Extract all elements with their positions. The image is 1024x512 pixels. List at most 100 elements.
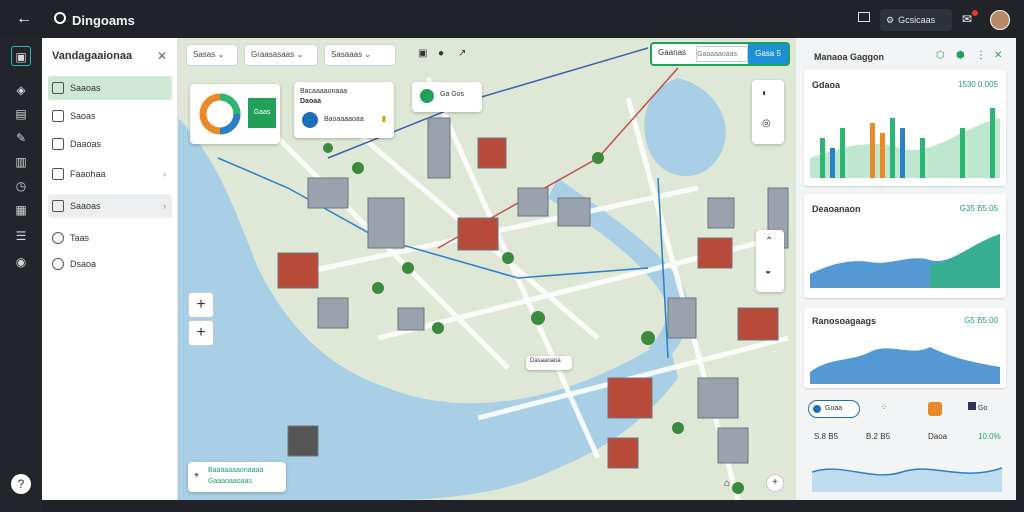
- sidebar-item-2[interactable]: Daaoas: [48, 132, 172, 156]
- avatar[interactable]: [990, 10, 1010, 30]
- chevron-down-icon: ⌄: [217, 50, 225, 59]
- item-icon: [52, 258, 64, 270]
- metric-label-3: Ranosoagaags: [812, 316, 877, 326]
- layers-icon[interactable]: ▤: [11, 104, 31, 124]
- clock-icon[interactable]: ◷: [11, 176, 31, 196]
- close-icon[interactable]: ✕: [157, 49, 167, 63]
- stats-row: S.8 B5 B.2 B5 Daoa 10.0%: [814, 432, 1004, 446]
- metric-card-1[interactable]: Gdaoa 1530 0.005: [804, 70, 1006, 186]
- filter-dropdown-2[interactable]: Graasasaas ⌄: [244, 44, 318, 66]
- dot-icon: [813, 405, 821, 413]
- rotate-icon[interactable]: ◒: [765, 266, 771, 277]
- list-icon[interactable]: ☰: [11, 226, 31, 246]
- bookmark-icon[interactable]: ▣: [418, 48, 427, 59]
- map-controls-bottom: ⌃ ◒: [756, 230, 784, 292]
- chip-1[interactable]: Goaa: [808, 400, 860, 418]
- more-icon[interactable]: ⋮: [976, 50, 986, 61]
- metric-card-2[interactable]: Deaoanaon G35 B5.05: [804, 194, 1006, 298]
- chevron-right-icon: ›: [163, 169, 166, 179]
- square-icon: [968, 402, 976, 410]
- sidebar-item-3[interactable]: Faaohaa ›: [48, 162, 172, 186]
- search-group: Gaanas Gasa 5: [650, 42, 790, 66]
- map-controls-top: ◐ ◎: [752, 80, 784, 144]
- metric-card-3[interactable]: Ranosoagaags G5 B5.00: [804, 308, 1006, 388]
- navigate-icon[interactable]: ⌃: [765, 236, 773, 247]
- chip-2-icon[interactable]: ⁘: [880, 402, 888, 413]
- sidebar-item-1[interactable]: Saoas: [48, 104, 172, 128]
- metric-value-3: G5 B5.00: [964, 316, 998, 325]
- zoom-out-button[interactable]: +: [188, 320, 214, 346]
- sidebar-item-0[interactable]: Saaoas: [48, 76, 172, 100]
- info-subtitle: Daoaa: [300, 98, 322, 105]
- share-icon[interactable]: ↗: [458, 48, 466, 59]
- sidebar-item-5[interactable]: Taas: [48, 226, 172, 250]
- map-canvas[interactable]: Sasas ⌄ Graasasaas ⌄ Sasaaas ⌄ ▣ ● ↗ Gaa…: [178, 38, 796, 500]
- stat-3: Daoa: [928, 432, 948, 441]
- metric-label-2: Deaoanaon: [812, 204, 861, 214]
- document-icon[interactable]: ▥: [11, 152, 31, 172]
- summary-value: Gaas: [248, 98, 276, 128]
- footer-text-2: Gaaaoaaoaas: [208, 478, 252, 485]
- compass-icon[interactable]: ◎: [762, 118, 771, 129]
- add-circle-icon[interactable]: +: [766, 474, 784, 492]
- metric-label-1: Gdaoa: [812, 80, 841, 90]
- panel-title: Vandagaaionaa: [52, 50, 133, 62]
- footer-text-1: Baaaaaaaonaaaa: [208, 467, 264, 474]
- search-label: Gaanas: [658, 48, 687, 57]
- filter-dropdown-1[interactable]: Sasas ⌄: [186, 44, 238, 66]
- home-icon[interactable]: ▣: [11, 46, 31, 66]
- info-popup-card[interactable]: Bacaaaaonaaa Daoaa Baoaaaaoaa ▮: [294, 82, 394, 138]
- sparkline: [812, 467, 1002, 492]
- pin-icon[interactable]: ●: [438, 48, 444, 59]
- header-action-button[interactable]: ⚙ Gcsicaas: [880, 9, 952, 31]
- chevron-down-icon: ⌄: [296, 50, 304, 59]
- map-icon[interactable]: ◈: [11, 80, 31, 100]
- donut-chart: [199, 93, 241, 135]
- filter-icon[interactable]: ▦: [11, 200, 31, 220]
- item-icon: [52, 82, 64, 94]
- pointer-icon: ⌖: [194, 470, 200, 480]
- chip-row: Goaa ⁘ Go: [806, 400, 1006, 420]
- stat-4: 10.0%: [978, 432, 1001, 441]
- monitor-icon[interactable]: [858, 12, 870, 22]
- user-icon: [302, 112, 318, 128]
- chevron-down-icon: ⌄: [364, 50, 372, 59]
- stat-1: S.8 B5: [814, 432, 839, 441]
- metric-value-1: 1530 0.005: [957, 80, 998, 89]
- item-icon: [52, 200, 64, 212]
- close-icon[interactable]: ✕: [994, 50, 1002, 61]
- locate-icon[interactable]: ◐: [762, 88, 768, 99]
- sidebar-item-4[interactable]: Saaoas ›: [48, 194, 172, 218]
- logo-icon: [54, 12, 66, 24]
- item-icon: [52, 232, 64, 244]
- bar-chart-1: [810, 108, 1000, 178]
- summary-chart-card[interactable]: Gaas: [190, 84, 280, 144]
- refresh-icon[interactable]: ⬡: [936, 50, 945, 61]
- lock-icon: ▮: [381, 114, 386, 123]
- chip-4[interactable]: Go: [968, 402, 998, 416]
- back-arrow-icon[interactable]: ←: [16, 10, 32, 28]
- info-detail: Baoaaaaoaa: [324, 116, 364, 123]
- globe-icon[interactable]: ◉: [11, 252, 31, 272]
- notification-icon[interactable]: ✉: [962, 12, 972, 26]
- sidebar-item-6[interactable]: Dsaoa: [48, 252, 172, 276]
- info-title: Bacaaaaonaaa: [300, 88, 348, 95]
- analytics-title: Manaoa Gaggon: [814, 52, 885, 62]
- badge-text: Ga Gos: [440, 91, 465, 98]
- item-icon: [52, 138, 64, 150]
- filter-dropdown-3[interactable]: Sasaaas ⌄: [324, 44, 396, 66]
- help-icon[interactable]: ?: [11, 474, 31, 494]
- status-icon: [420, 89, 434, 103]
- edit-icon[interactable]: ✎: [11, 128, 31, 148]
- app-title: Dingoams: [72, 13, 135, 28]
- zoom-in-button[interactable]: +: [188, 292, 214, 318]
- export-icon[interactable]: ⬢: [956, 50, 965, 61]
- go-button[interactable]: Gasa 5: [748, 44, 788, 64]
- search-input[interactable]: [696, 46, 748, 62]
- home-icon[interactable]: ⌂: [724, 478, 730, 489]
- badge-card[interactable]: Ga Gos: [412, 82, 482, 112]
- map-location-label[interactable]: Dasaaoaoa: [526, 356, 572, 370]
- chip-3[interactable]: [928, 402, 942, 416]
- map-footer-bar: ⌖ Baaaaaaaonaaaa Gaaaoaaoaas: [188, 462, 286, 492]
- area-chart-2: [810, 234, 1000, 288]
